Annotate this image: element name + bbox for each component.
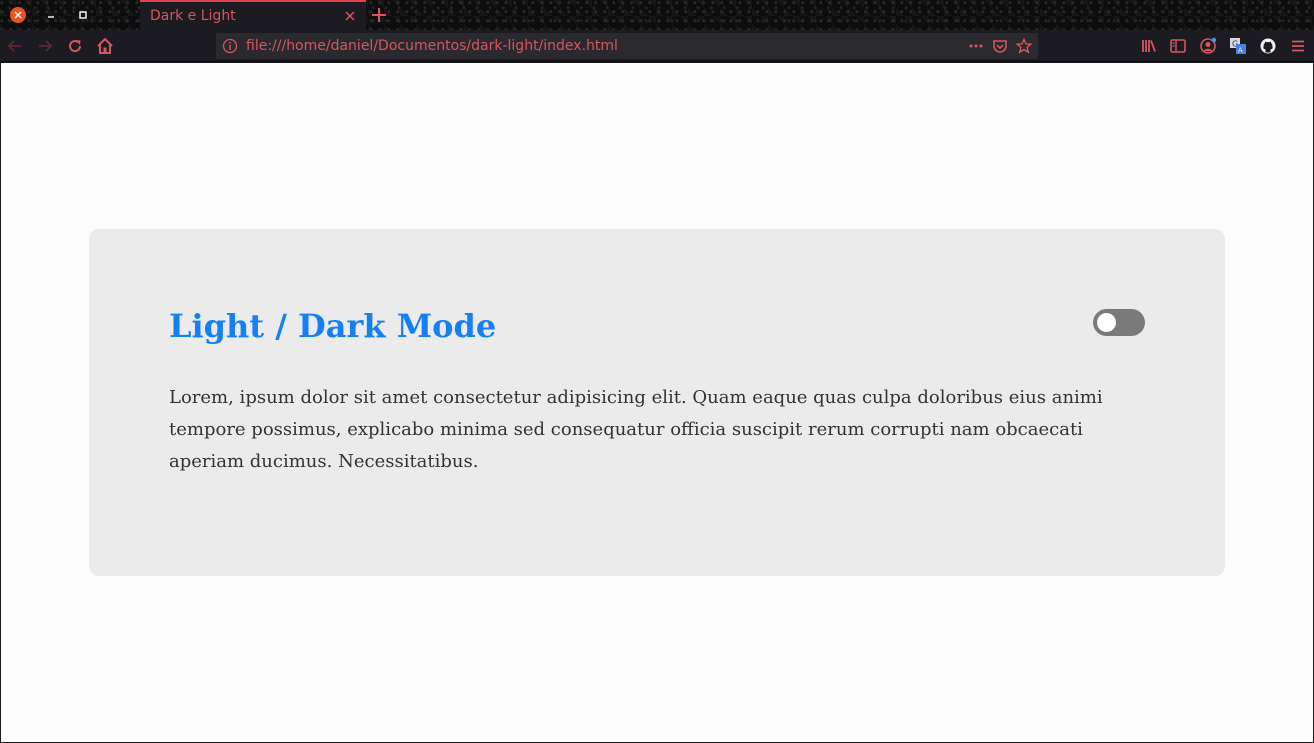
arrow-right-icon[interactable]: [36, 37, 54, 55]
home-icon[interactable]: [96, 37, 114, 55]
minimize-icon: [48, 16, 54, 18]
sidebar-icon[interactable]: [1169, 37, 1187, 55]
url-text[interactable]: file:///home/daniel/Documentos/dark-ligh…: [246, 38, 618, 54]
info-icon[interactable]: [222, 38, 238, 54]
reload-icon[interactable]: [66, 37, 84, 55]
url-bar[interactable]: file:///home/daniel/Documentos/dark-ligh…: [216, 33, 1038, 59]
tab-title: Dark e Light: [150, 8, 236, 24]
theme-toggle-switch[interactable]: [1093, 309, 1145, 336]
window-maximize-button[interactable]: [75, 7, 91, 23]
github-icon[interactable]: [1259, 37, 1277, 55]
window-titlebar: Dark e Light: [0, 0, 1314, 30]
ellipsis-icon[interactable]: [968, 38, 984, 54]
svg-text:A: A: [1238, 47, 1243, 55]
window-minimize-button[interactable]: [43, 7, 59, 23]
translate-icon[interactable]: GA: [1229, 37, 1247, 55]
close-icon: [14, 11, 22, 19]
browser-tab[interactable]: Dark e Light: [140, 0, 366, 30]
pocket-icon[interactable]: [992, 38, 1008, 54]
window-close-button[interactable]: [10, 7, 26, 23]
star-icon[interactable]: [1016, 38, 1032, 54]
close-icon[interactable]: [344, 10, 356, 22]
account-icon[interactable]: [1199, 37, 1217, 55]
body-paragraph: Lorem, ipsum dolor sit amet consectetur …: [169, 387, 1103, 472]
page-viewport: Light / Dark Mode Lorem, ipsum dolor sit…: [1, 63, 1313, 742]
library-icon[interactable]: [1140, 37, 1158, 55]
content-card: Light / Dark Mode Lorem, ipsum dolor sit…: [89, 229, 1225, 576]
hamburger-icon[interactable]: [1289, 37, 1307, 55]
toggle-knob: [1097, 313, 1116, 332]
plus-icon[interactable]: [371, 7, 387, 23]
arrow-left-icon[interactable]: [6, 37, 24, 55]
navigation-toolbar: file:///home/daniel/Documentos/dark-ligh…: [0, 30, 1314, 62]
page-title: Light / Dark Mode: [169, 307, 497, 345]
maximize-icon: [79, 11, 87, 19]
